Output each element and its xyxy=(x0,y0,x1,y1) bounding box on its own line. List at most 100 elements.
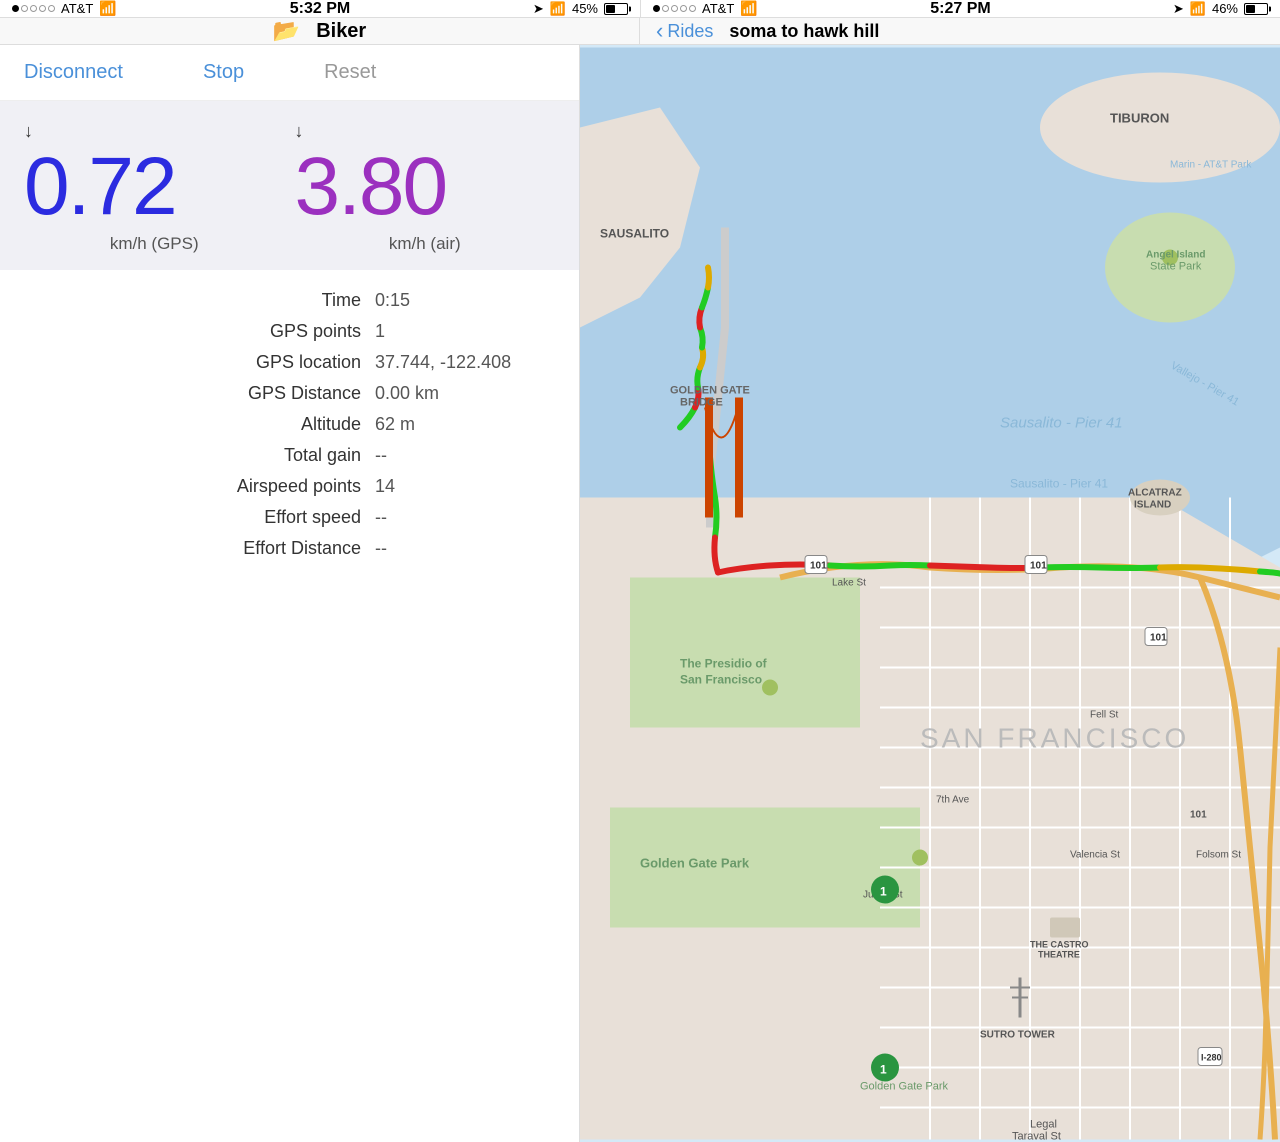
svg-text:State Park: State Park xyxy=(1150,261,1202,273)
svg-text:Sausalito - Pier 41: Sausalito - Pier 41 xyxy=(1010,477,1108,491)
svg-text:THE CASTRO: THE CASTRO xyxy=(1030,940,1089,950)
folder-icon[interactable]: 📂 xyxy=(273,18,300,44)
stat-label-altitude: Altitude xyxy=(161,414,361,435)
svg-text:BRIDGE: BRIDGE xyxy=(680,397,723,409)
svg-text:Folsom St: Folsom St xyxy=(1196,850,1241,861)
svg-text:1: 1 xyxy=(880,885,887,899)
status-bar-right: AT&T 📶 5:27 PM ➤ 📶 46% xyxy=(640,0,1280,17)
speed-air-column: ↓ 3.80 km/h (air) xyxy=(295,121,556,254)
dot-3 xyxy=(30,5,37,12)
svg-text:Sausalito - Pier 41: Sausalito - Pier 41 xyxy=(1000,415,1123,432)
stat-row-effort-speed: Effort speed -- xyxy=(24,507,555,528)
stat-label-effort-distance: Effort Distance xyxy=(161,538,361,559)
svg-text:TIBURON: TIBURON xyxy=(1110,111,1169,126)
stat-label-gps-points: GPS points xyxy=(161,321,361,342)
left-panel: Disconnect Stop Reset ↓ 0.72 km/h (GPS) … xyxy=(0,45,580,1142)
action-buttons: Disconnect Stop Reset xyxy=(0,45,579,101)
stat-row-effort-distance: Effort Distance -- xyxy=(24,538,555,559)
main-content: Disconnect Stop Reset ↓ 0.72 km/h (GPS) … xyxy=(0,45,1280,1142)
stat-row-time: Time 0:15 xyxy=(24,290,555,311)
app-title: Biker xyxy=(316,20,366,43)
svg-text:Angel Island: Angel Island xyxy=(1146,250,1205,261)
battery-group-right: ➤ 📶 46% xyxy=(1173,1,1268,17)
svg-text:GOLDEN GATE: GOLDEN GATE xyxy=(670,385,750,397)
dot-r-2 xyxy=(662,5,669,12)
battery-left xyxy=(604,3,628,15)
signal-dots-right xyxy=(653,5,696,12)
svg-text:Fell St: Fell St xyxy=(1090,710,1119,721)
svg-text:I-280: I-280 xyxy=(1201,1053,1222,1063)
signal-group-left: AT&T 📶 xyxy=(12,0,117,17)
dot-5 xyxy=(48,5,55,12)
svg-text:Valencia St: Valencia St xyxy=(1070,850,1120,861)
wifi-icon-right: 📶 xyxy=(740,0,757,17)
stat-value-gps-location: 37.744, -122.408 xyxy=(375,352,555,373)
svg-text:1: 1 xyxy=(880,1063,887,1077)
stats-container: Time 0:15 GPS points 1 GPS location 37.7… xyxy=(0,270,579,579)
stat-row-gps-distance: GPS Distance 0.00 km xyxy=(24,383,555,404)
signal-dots-left xyxy=(12,5,55,12)
back-label: Rides xyxy=(667,21,713,42)
status-bar: AT&T 📶 5:32 PM ➤ 📶 45% AT&T 📶 5:27 PM xyxy=(0,0,1280,18)
carrier-left: AT&T xyxy=(61,1,93,16)
svg-text:Taraval St: Taraval St xyxy=(1012,1131,1061,1142)
svg-text:101: 101 xyxy=(1030,561,1047,572)
status-bar-left: AT&T 📶 5:32 PM ➤ 📶 45% xyxy=(0,0,640,17)
svg-text:SAN FRANCISCO: SAN FRANCISCO xyxy=(920,723,1189,754)
battery-fill-left xyxy=(606,5,615,13)
gps-down-arrow: ↓ xyxy=(24,121,33,142)
speed-air-unit: km/h (air) xyxy=(389,234,461,254)
svg-text:Marin - AT&T Park: Marin - AT&T Park xyxy=(1170,160,1252,171)
battery-group-left: ➤ 📶 45% xyxy=(533,1,628,17)
stop-button[interactable]: Stop xyxy=(203,61,244,84)
svg-text:THEATRE: THEATRE xyxy=(1038,950,1080,960)
speed-display: ↓ 0.72 km/h (GPS) ↓ 3.80 km/h (air) xyxy=(0,101,579,270)
map-panel[interactable]: TIBURON Angel Island State Park SAUSALIT… xyxy=(580,45,1280,1142)
svg-text:101: 101 xyxy=(1190,810,1207,821)
stat-value-time: 0:15 xyxy=(375,290,555,311)
dot-4 xyxy=(39,5,46,12)
battery-fill-right xyxy=(1246,5,1255,13)
back-button[interactable]: ‹ Rides xyxy=(656,18,713,44)
nav-right: ‹ Rides soma to hawk hill xyxy=(640,18,1280,44)
map-svg: TIBURON Angel Island State Park SAUSALIT… xyxy=(580,45,1280,1142)
dot-r-3 xyxy=(671,5,678,12)
dot-r-1 xyxy=(653,5,660,12)
air-down-arrow: ↓ xyxy=(295,121,304,142)
svg-text:ISLAND: ISLAND xyxy=(1134,500,1171,511)
bluetooth-icon-right: 📶 xyxy=(1190,1,1206,17)
location-icon-left: ➤ xyxy=(533,1,544,17)
svg-text:101: 101 xyxy=(810,561,827,572)
stat-row-gps-points: GPS points 1 xyxy=(24,321,555,342)
back-chevron-icon: ‹ xyxy=(656,18,663,44)
stat-label-airspeed-points: Airspeed points xyxy=(161,476,361,497)
svg-text:Lake St: Lake St xyxy=(832,578,866,589)
disconnect-button[interactable]: Disconnect xyxy=(24,61,123,84)
stat-value-total-gain: -- xyxy=(375,445,555,466)
carrier-right: AT&T xyxy=(702,1,734,16)
ride-title: soma to hawk hill xyxy=(729,21,879,42)
stat-value-gps-distance: 0.00 km xyxy=(375,383,555,404)
svg-text:SUTRO TOWER: SUTRO TOWER xyxy=(980,1030,1056,1041)
stat-row-gps-location: GPS location 37.744, -122.408 xyxy=(24,352,555,373)
speed-gps-value: 0.72 xyxy=(24,146,176,228)
stat-label-total-gain: Total gain xyxy=(161,445,361,466)
stat-value-airspeed-points: 14 xyxy=(375,476,555,497)
dot-r-5 xyxy=(689,5,696,12)
reset-button[interactable]: Reset xyxy=(324,61,376,84)
stat-label-time: Time xyxy=(161,290,361,311)
stat-label-effort-speed: Effort speed xyxy=(161,507,361,528)
stat-value-effort-speed: -- xyxy=(375,507,555,528)
stat-row-airspeed-points: Airspeed points 14 xyxy=(24,476,555,497)
stat-value-effort-distance: -- xyxy=(375,538,555,559)
svg-text:The Presidio of: The Presidio of xyxy=(680,657,768,671)
time-left: 5:32 PM xyxy=(290,0,350,18)
svg-text:ALCATRAZ: ALCATRAZ xyxy=(1128,488,1182,499)
svg-text:101: 101 xyxy=(1150,633,1167,644)
dot-r-4 xyxy=(680,5,687,12)
nav-bar: 📂 Biker ‹ Rides soma to hawk hill xyxy=(0,18,1280,45)
stat-value-gps-points: 1 xyxy=(375,321,555,342)
wifi-icon-left: 📶 xyxy=(99,0,116,17)
stat-value-altitude: 62 m xyxy=(375,414,555,435)
svg-text:San Francisco: San Francisco xyxy=(680,673,762,687)
